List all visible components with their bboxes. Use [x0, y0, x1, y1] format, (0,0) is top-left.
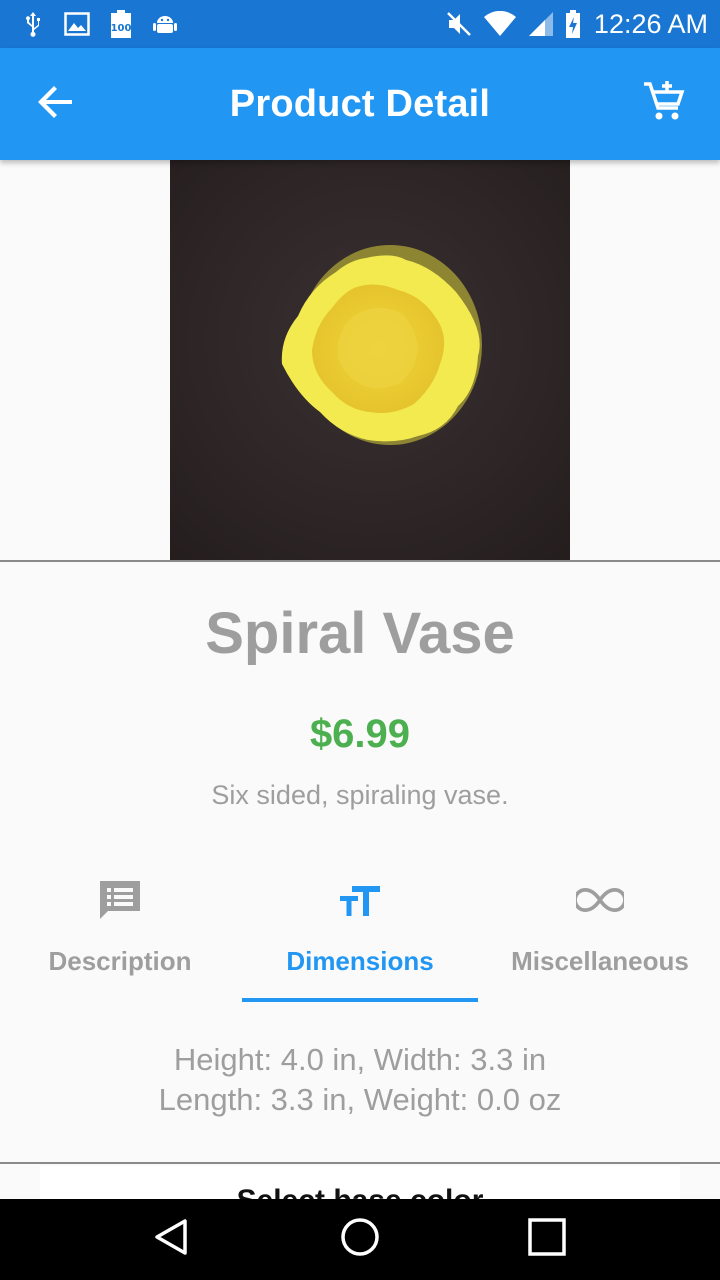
product-name: Spiral Vase [205, 601, 515, 666]
app-bar: Product Detail [0, 48, 720, 160]
nav-home-button[interactable] [330, 1210, 390, 1270]
dimensions-line-1: Height: 4.0 in, Width: 3.3 in [173, 1042, 547, 1077]
section-divider [0, 1162, 720, 1164]
product-tabs: Description Dimensions Miscellaneous [0, 860, 720, 1004]
status-bar-notifications: 100 [20, 10, 178, 38]
battery-charging-icon [564, 10, 582, 38]
add-to-cart-button[interactable] [608, 48, 720, 160]
tab-dimensions-label: Dimensions [286, 946, 434, 976]
add-shopping-cart-icon [642, 80, 686, 129]
image-icon [64, 11, 90, 37]
status-bar-system: 12:26 AM [446, 9, 708, 40]
circle-home-icon [339, 1216, 381, 1263]
signal-icon [528, 11, 554, 37]
android-icon [152, 11, 178, 37]
product-price: $6.99 [309, 712, 411, 756]
text-size-icon [336, 876, 384, 924]
product-image [170, 160, 570, 560]
arrow-back-icon [38, 84, 74, 125]
message-icon [96, 876, 144, 924]
status-time: 12:26 AM [593, 8, 708, 39]
image-divider [0, 560, 720, 562]
page-title: Product Detail [229, 82, 491, 125]
product-description: Six sided, spiraling vase. [211, 780, 509, 810]
tab-description[interactable]: Description [0, 860, 240, 1004]
mute-icon [446, 11, 472, 37]
nav-recents-button[interactable] [517, 1210, 577, 1270]
back-button[interactable] [0, 48, 112, 160]
tab-description-label: Description [48, 946, 192, 976]
svg-text:100: 100 [111, 23, 132, 34]
usb-icon [20, 11, 46, 37]
tab-miscellaneous-label: Miscellaneous [511, 946, 689, 976]
infinity-icon [576, 876, 624, 924]
dimensions-line-2: Length: 3.3 in, Weight: 0.0 oz [158, 1082, 562, 1117]
wifi-icon [482, 11, 518, 37]
dimensions-text: Height: 4.0 in, Width: 3.3 in Length: 3.… [0, 1040, 720, 1120]
status-bar: 100 12:26 AM [0, 0, 720, 48]
active-tab-indicator [242, 998, 478, 1002]
battery-100-icon: 100 [108, 10, 134, 38]
nav-back-button[interactable] [143, 1210, 203, 1270]
navigation-bar [0, 1199, 720, 1280]
triangle-back-icon [153, 1217, 193, 1262]
square-recents-icon [527, 1217, 567, 1262]
tab-dimensions[interactable]: Dimensions [240, 860, 480, 1004]
tab-miscellaneous[interactable]: Miscellaneous [480, 860, 720, 1004]
